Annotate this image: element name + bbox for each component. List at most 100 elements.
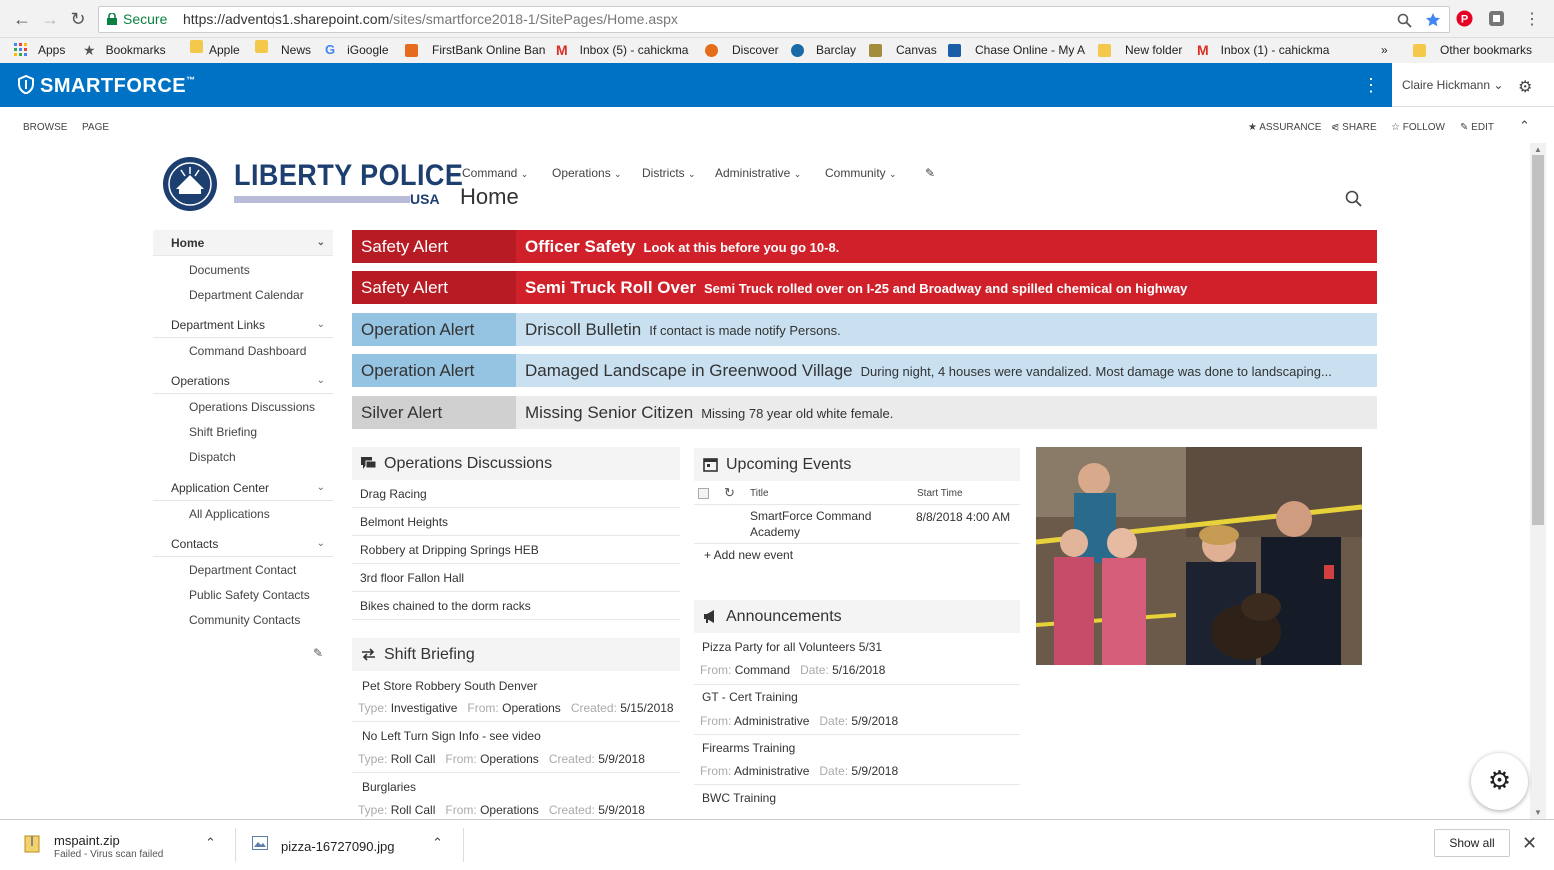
nav-shift-briefing[interactable]: Shift Briefing	[189, 425, 257, 439]
announcement-item[interactable]: Firearms Training From: Administrative D…	[694, 735, 1020, 785]
share-button[interactable]: ⪗ SHARE	[1331, 122, 1377, 133]
column-start-time[interactable]: Start Time	[917, 488, 963, 499]
briefing-item[interactable]: Burglaries Type: Roll Call From: Operati…	[352, 773, 680, 819]
nav-all-applications[interactable]: All Applications	[189, 507, 270, 521]
alert-banner[interactable]: Safety Alert Semi Truck Roll Over Semi Tr…	[352, 271, 1377, 304]
show-all-button[interactable]: Show all	[1434, 829, 1510, 857]
nav-department-contact[interactable]: Department Contact	[189, 563, 296, 577]
scroll-down-icon[interactable]: ▼	[1534, 808, 1542, 817]
alert-banner[interactable]: Silver Alert Missing Senior Citizen Missi…	[352, 396, 1377, 429]
event-title[interactable]: SmartForce Command Academy	[750, 508, 871, 540]
page-scrollbar[interactable]: ▲ ▼	[1530, 143, 1546, 819]
list-item[interactable]: Belmont Heights	[352, 508, 680, 536]
nav-operations-discussions[interactable]: Operations Discussions	[189, 400, 315, 414]
nav-community-contacts[interactable]: Community Contacts	[189, 613, 300, 627]
extension-icon[interactable]	[1488, 10, 1505, 27]
nav-districts[interactable]: Districts ⌄	[642, 166, 696, 180]
bookmark-canvas[interactable]: Canvas	[869, 40, 937, 60]
bookmark-firstbank[interactable]: FirstBank Online Ban	[405, 40, 545, 60]
nav-community[interactable]: Community ⌄	[825, 166, 897, 180]
nav-administrative[interactable]: Administrative ⌄	[715, 166, 801, 180]
refresh-icon[interactable]: ↻	[724, 485, 735, 501]
alert-banner[interactable]: Operation Alert Damaged Landscape in Gre…	[352, 354, 1377, 387]
add-new-event-link[interactable]: + Add new event	[704, 548, 793, 562]
list-item[interactable]: 3rd floor Fallon Hall	[352, 564, 680, 592]
bookmark-apple[interactable]	[255, 40, 276, 53]
app-menu-icon[interactable]: ⋮	[1362, 75, 1380, 96]
tab-browse[interactable]: BROWSE	[23, 122, 67, 133]
alert-banner[interactable]: Operation Alert Driscoll Bulletin If cont…	[352, 313, 1377, 346]
nav-application-center[interactable]: Application Center ⌄	[153, 475, 333, 501]
edit-nav-pencil-icon[interactable]: ✎	[313, 646, 323, 660]
chase-icon	[948, 43, 961, 57]
user-menu[interactable]: Claire Hickmann ⌄ ⚙	[1392, 63, 1554, 107]
bookmark-barclay[interactable]: Barclay	[791, 40, 856, 60]
nav-public-safety-contacts[interactable]: Public Safety Contacts	[189, 588, 310, 602]
download-pizza[interactable]: pizza-16727090.jpg	[281, 839, 394, 854]
select-all-checkbox[interactable]	[698, 488, 709, 499]
scroll-up-icon[interactable]: ▲	[1534, 145, 1542, 154]
scrollbar-thumb[interactable]	[1532, 155, 1544, 525]
list-item[interactable]: Drag Racing	[352, 480, 680, 508]
bookmark-chase[interactable]: Chase Online - My A	[948, 40, 1085, 60]
nav-documents[interactable]: Documents	[189, 263, 250, 277]
bookmark-apple-label[interactable]: Apple	[209, 40, 240, 60]
settings-fab[interactable]: ⚙	[1471, 753, 1528, 810]
other-bookmarks[interactable]: Other bookmarks	[1413, 40, 1532, 60]
edit-button[interactable]: ✎ EDIT	[1460, 122, 1494, 133]
nav-command-dashboard[interactable]: Command Dashboard	[189, 344, 306, 358]
announcement-item[interactable]: BWC Training	[694, 785, 1020, 819]
zoom-icon[interactable]	[1397, 13, 1412, 28]
close-icon[interactable]: ✕	[1522, 833, 1537, 854]
alert-banner[interactable]: Safety Alert Officer Safety Look at this …	[352, 230, 1377, 263]
discussion-icon	[361, 457, 376, 469]
announcement-item[interactable]: Pizza Party for all Volunteers 5/31 From…	[694, 634, 1020, 685]
announcement-item[interactable]: GT - Cert Training From: Administrative …	[694, 685, 1020, 735]
search-icon[interactable]	[1345, 190, 1363, 208]
nav-operations[interactable]: Operations ⌄	[552, 166, 622, 180]
edit-links-pencil-icon[interactable]: ✎	[925, 166, 935, 180]
user-name[interactable]: Claire Hickmann ⌄	[1402, 78, 1503, 92]
download-options-chevron-icon[interactable]: ⌃	[205, 835, 216, 851]
follow-button[interactable]: ☆ FOLLOW	[1391, 122, 1445, 133]
bookmark-new-folder[interactable]: New folder	[1098, 40, 1182, 60]
nav-command[interactable]: Command ⌄	[462, 166, 528, 180]
download-options-chevron-icon[interactable]: ⌃	[432, 835, 443, 851]
nav-operations-group[interactable]: Operations ⌄	[153, 368, 333, 394]
pinterest-icon[interactable]: P	[1456, 10, 1473, 27]
briefing-item[interactable]: No Left Turn Sign Info - see video Type:…	[352, 722, 680, 773]
nav-contacts[interactable]: Contacts ⌄	[153, 531, 333, 557]
bookmark-news[interactable]: News	[281, 40, 311, 60]
back-icon[interactable]: ←	[12, 9, 32, 29]
bookmark-inbox-5[interactable]: M Inbox (5) - cahickma	[556, 40, 688, 60]
forward-icon[interactable]: →	[40, 9, 60, 29]
table-row[interactable]: SmartForce Command Academy 8/8/2018 4:00 …	[694, 506, 1020, 544]
address-bar[interactable]: Secure https://adventos1.sharepoint.com/…	[98, 6, 1450, 33]
bookmark-star-icon[interactable]	[1425, 12, 1441, 28]
collapse-ribbon-icon[interactable]: ⌃	[1519, 118, 1530, 134]
tab-page[interactable]: PAGE	[82, 122, 109, 133]
bookmark-apps[interactable]: Apps	[14, 40, 65, 60]
list-item[interactable]: Bikes chained to the dorm racks	[352, 592, 680, 620]
briefing-item[interactable]: Pet Store Robbery South Denver Type: Inv…	[352, 671, 680, 722]
nav-department-links[interactable]: Department Links ⌄	[153, 312, 333, 338]
bookmark-inbox-1[interactable]: M Inbox (1) - cahickma	[1197, 40, 1329, 60]
reload-icon[interactable]: ↻	[68, 9, 88, 29]
chrome-menu-icon[interactable]: ⋮	[1524, 9, 1540, 29]
bookmark-apple-folder[interactable]	[190, 40, 211, 53]
bookmark-discover[interactable]: Discover	[705, 40, 779, 60]
nav-home[interactable]: Home ⌄	[153, 230, 333, 256]
list-item[interactable]: Robbery at Dripping Springs HEB	[352, 536, 680, 564]
smartforce-logo[interactable]: SMARTFORCE™	[18, 75, 196, 98]
bookmark-bookmarks[interactable]: ★ Bookmarks	[83, 40, 166, 60]
nav-department-calendar[interactable]: Department Calendar	[189, 288, 304, 302]
assurance-button[interactable]: ★ ASSURANCE	[1248, 122, 1321, 133]
gear-icon[interactable]: ⚙	[1518, 77, 1532, 97]
liberty-police-logo[interactable]: LIBERTY POLICE USA	[162, 155, 463, 215]
bookmarks-overflow[interactable]: »	[1381, 40, 1388, 60]
download-mspaint[interactable]: mspaint.zip Failed - Virus scan failed	[54, 833, 163, 860]
column-title[interactable]: Title	[750, 488, 769, 499]
nav-dispatch[interactable]: Dispatch	[189, 450, 236, 464]
chevron-down-icon: ⌄	[316, 237, 325, 248]
bookmark-igoogle[interactable]: GiGoogle	[325, 40, 389, 60]
